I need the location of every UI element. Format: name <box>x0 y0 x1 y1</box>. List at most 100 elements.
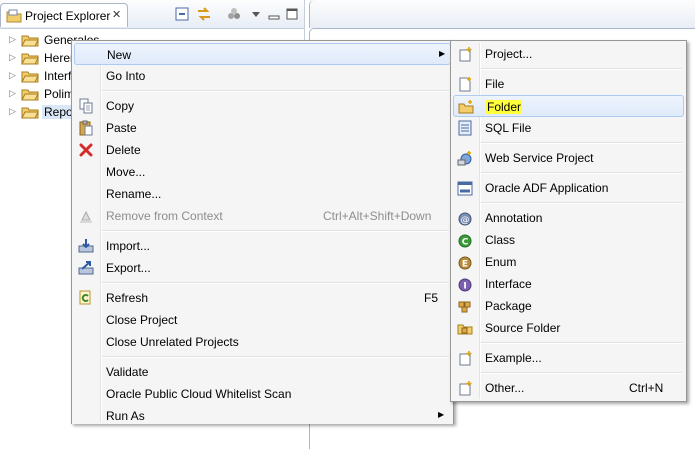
menu-item-close-project[interactable]: Close Project <box>74 309 451 331</box>
menu-item-paste[interactable]: Paste <box>74 117 451 139</box>
source-folder-icon <box>457 320 473 336</box>
tree-item[interactable]: ▷ Interf <box>0 67 80 85</box>
view-toolbar <box>174 6 304 22</box>
project-explorer-tab[interactable]: Project Explorer ✕ <box>0 3 128 27</box>
menu-item-new-annotation[interactable]: @ Annotation <box>453 207 684 229</box>
menu-item-new-project[interactable]: Project... <box>453 43 684 65</box>
menu-separator <box>481 142 682 144</box>
new-file-icon <box>457 76 473 92</box>
project-explorer-icon <box>6 9 22 26</box>
svg-text:C: C <box>462 238 469 248</box>
menu-item-label: Export... <box>106 261 151 275</box>
menu-item-label: Rename... <box>106 187 162 201</box>
menu-item-label: Example... <box>485 351 542 365</box>
menu-item-new-package[interactable]: Package <box>453 295 684 317</box>
tree-item[interactable]: ▷ Generales <box>0 31 99 49</box>
menu-item-new-source-folder[interactable]: Source Folder <box>453 317 684 339</box>
menu-item-new-enum[interactable]: E Enum <box>453 251 684 273</box>
new-example-icon <box>457 350 473 366</box>
expand-arrow-icon[interactable]: ▷ <box>9 70 16 81</box>
menu-item-copy[interactable]: Copy <box>74 95 451 117</box>
menu-item-close-unrelated-projects[interactable]: Close Unrelated Projects <box>74 331 451 353</box>
menu-item-validate[interactable]: Validate <box>74 361 451 383</box>
menu-item-export[interactable]: Export... <box>74 257 451 279</box>
menu-item-new[interactable]: New ▶ <box>74 43 451 65</box>
link-with-editor-icon[interactable] <box>196 6 212 22</box>
submenu-arrow-icon: ▶ <box>438 410 445 419</box>
delete-icon <box>78 142 94 158</box>
svg-text:E: E <box>462 260 468 270</box>
menu-separator <box>481 202 682 204</box>
tree-item-label: Polim <box>44 87 75 101</box>
export-icon <box>78 260 94 276</box>
menu-item-label: Annotation <box>485 211 543 225</box>
expand-arrow-icon[interactable]: ▷ <box>9 52 16 63</box>
menu-item-new-example[interactable]: Example... <box>453 347 684 369</box>
menu-item-refresh[interactable]: Refresh F5 <box>74 287 451 309</box>
svg-text:@: @ <box>461 216 470 226</box>
refresh-icon <box>78 290 94 306</box>
menu-item-accelerator: Ctrl+Alt+Shift+Down <box>323 209 432 223</box>
expand-arrow-icon[interactable]: ▷ <box>9 106 16 117</box>
menu-item-new-oracle-adf-application[interactable]: Oracle ADF Application <box>453 177 684 199</box>
menu-item-new-folder[interactable]: Folder <box>453 95 684 117</box>
project-folder-icon <box>21 105 39 122</box>
context-menu: New ▶ Go Into Copy Paste Delete Move... … <box>71 40 454 424</box>
remove-from-context-icon <box>78 208 94 224</box>
collapse-all-icon[interactable] <box>174 6 190 22</box>
menu-item-accelerator: Ctrl+N <box>629 381 664 395</box>
submenu-arrow-icon: ▶ <box>439 49 446 58</box>
new-wizard-icon <box>457 380 473 396</box>
menu-item-new-interface[interactable]: I Interface <box>453 273 684 295</box>
menu-item-label: Remove from Context <box>106 209 223 223</box>
project-folder-icon <box>21 51 39 68</box>
expand-arrow-icon[interactable]: ▷ <box>9 88 16 99</box>
menu-item-label: Paste <box>106 121 137 135</box>
menu-item-run-as[interactable]: Run As ▶ <box>74 405 451 427</box>
menu-item-new-sql-file[interactable]: SQL File <box>453 117 684 139</box>
close-icon[interactable]: ✕ <box>112 8 121 21</box>
menu-item-delete[interactable]: Delete <box>74 139 451 161</box>
menu-item-oracle-whitelist-scan[interactable]: Oracle Public Cloud Whitelist Scan <box>74 383 451 405</box>
menu-item-new-other[interactable]: Other... Ctrl+N <box>453 377 684 399</box>
tree-item[interactable]: ▷ Polim <box>0 85 80 103</box>
menu-item-new-file[interactable]: File <box>453 73 684 95</box>
menu-item-label: Class <box>485 233 516 247</box>
menu-item-label: Oracle Public Cloud Whitelist Scan <box>106 387 292 401</box>
enum-icon: E <box>457 254 473 270</box>
menu-item-rename[interactable]: Rename... <box>74 183 451 205</box>
view-menu-chevron-down-icon[interactable] <box>248 6 264 22</box>
menu-item-label: Project... <box>485 47 533 61</box>
menu-separator <box>481 172 682 174</box>
menu-item-import[interactable]: Import... <box>74 235 451 257</box>
menu-item-label: Enum <box>485 255 517 269</box>
tree-item[interactable]: ▷ Herer <box>0 49 80 67</box>
annotation-icon: @ <box>457 210 473 226</box>
tree-item-selected[interactable]: ▷ Repo <box>0 103 80 121</box>
menu-item-remove-from-context[interactable]: Remove from Context Ctrl+Alt+Shift+Down <box>74 205 451 227</box>
menu-item-move[interactable]: Move... <box>74 161 451 183</box>
menu-item-label: Copy <box>106 99 135 113</box>
menu-item-label: Validate <box>106 365 149 379</box>
menu-item-new-class[interactable]: C Class <box>453 229 684 251</box>
menu-item-label: Move... <box>106 165 146 179</box>
menu-separator <box>102 282 449 284</box>
menu-separator <box>102 230 449 232</box>
menu-item-new-web-service-project[interactable]: Web Service Project <box>453 147 684 169</box>
menu-item-label: Go Into <box>106 69 146 83</box>
menu-item-label: Web Service Project <box>485 151 594 165</box>
menu-item-label: Folder <box>486 100 523 114</box>
paste-icon <box>78 120 94 136</box>
package-icon <box>457 298 473 314</box>
maximize-icon[interactable] <box>284 6 300 22</box>
menu-separator <box>481 68 682 70</box>
menu-item-go-into[interactable]: Go Into <box>74 65 451 87</box>
expand-arrow-icon[interactable]: ▷ <box>9 34 16 45</box>
menu-item-label: Close Project <box>106 313 178 327</box>
menu-item-label: Package <box>485 299 532 313</box>
oracle-adf-icon <box>457 180 473 196</box>
minimize-icon[interactable] <box>266 6 282 22</box>
menu-item-label: New <box>107 48 132 62</box>
interface-icon: I <box>457 276 473 292</box>
focus-on-task-icon[interactable] <box>226 6 242 22</box>
